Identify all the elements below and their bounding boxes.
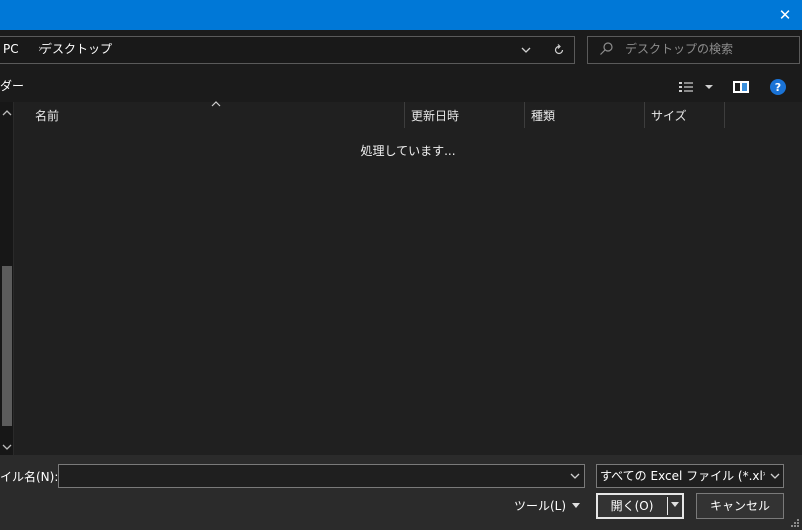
close-button[interactable]: ✕ xyxy=(768,0,802,30)
close-icon: ✕ xyxy=(778,6,792,24)
refresh-button[interactable] xyxy=(548,38,570,62)
address-history-button[interactable] xyxy=(516,38,536,62)
filename-label: イル名(N): xyxy=(0,470,59,484)
help-icon[interactable]: ? xyxy=(770,79,786,95)
resize-grip-icon[interactable] xyxy=(788,516,800,528)
scroll-up-icon[interactable] xyxy=(1,107,13,119)
title-bar xyxy=(0,0,802,30)
tools-button[interactable]: ツール(L) xyxy=(508,495,586,517)
search-placeholder: デスクトップの検索 xyxy=(625,42,734,56)
breadcrumb-pc[interactable]: PC xyxy=(3,40,19,58)
breadcrumb-desktop[interactable]: デスクトップ xyxy=(40,40,112,58)
scrollbar-thumb[interactable] xyxy=(2,266,12,426)
view-options-icon xyxy=(679,82,713,92)
column-divider[interactable] xyxy=(644,102,645,128)
cancel-button[interactable]: キャンセル xyxy=(696,493,784,519)
column-divider[interactable] xyxy=(724,102,725,128)
open-button-divider xyxy=(667,497,668,515)
filter-dropdown-button[interactable] xyxy=(767,465,783,487)
chevron-down-icon xyxy=(521,47,531,53)
column-header-type[interactable]: 種類 xyxy=(531,107,555,125)
filename-dropdown-button[interactable] xyxy=(565,465,584,487)
refresh-icon xyxy=(554,44,564,55)
chevron-down-icon xyxy=(572,503,580,508)
column-header-name[interactable]: 名前 xyxy=(35,107,59,125)
column-header-date[interactable]: 更新日時 xyxy=(411,107,459,125)
chevron-down-icon xyxy=(770,473,780,479)
file-type-filter-value: すべての Excel ファイル (*.xl*;*.xlsx xyxy=(600,469,765,483)
search-icon xyxy=(600,42,613,55)
open-button-label: 開く(O) xyxy=(610,499,654,513)
change-view-button[interactable] xyxy=(676,78,716,96)
column-divider[interactable] xyxy=(404,102,405,128)
column-divider[interactable] xyxy=(524,102,525,128)
tools-label: ツール(L) xyxy=(514,499,567,513)
new-folder-button[interactable]: ダー xyxy=(0,78,24,94)
sort-arrow-icon xyxy=(211,101,221,107)
filename-input[interactable] xyxy=(58,464,585,488)
scroll-down-icon[interactable] xyxy=(1,441,13,453)
chevron-down-icon xyxy=(570,473,579,479)
open-options-icon[interactable] xyxy=(671,502,679,507)
column-header-size[interactable]: サイズ xyxy=(651,107,687,125)
preview-pane-icon[interactable] xyxy=(732,79,750,95)
loading-status: 処理しています... xyxy=(360,144,456,158)
